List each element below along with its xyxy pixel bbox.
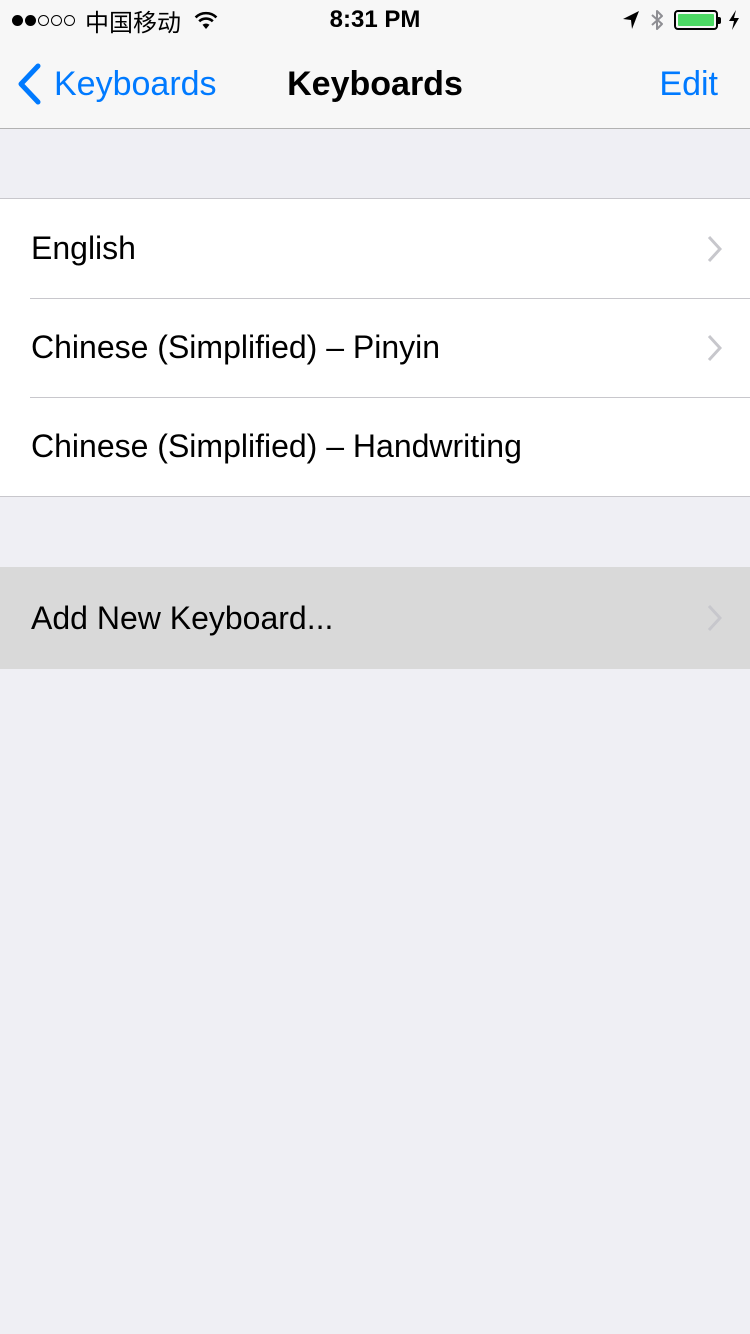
keyboard-item-label: Chinese (Simplified) – Pinyin	[31, 329, 441, 365]
keyboard-item-handwriting[interactable]: Chinese (Simplified) – Handwriting	[0, 397, 750, 496]
keyboard-item-label: English	[31, 230, 136, 266]
chevron-left-icon	[18, 63, 41, 105]
battery-level	[678, 14, 714, 26]
keyboard-item-pinyin[interactable]: Chinese (Simplified) – Pinyin	[0, 298, 750, 397]
add-new-keyboard-label: Add New Keyboard...	[31, 599, 334, 636]
chevron-right-icon	[707, 235, 722, 263]
charging-bolt-icon	[729, 10, 739, 30]
add-new-keyboard-button[interactable]: Add New Keyboard...	[0, 568, 750, 668]
bluetooth-icon	[651, 10, 663, 30]
keyboards-list: English Chinese (Simplified) – Pinyin Ch…	[0, 198, 750, 497]
back-button-label: Keyboards	[54, 64, 217, 103]
battery-icon	[674, 10, 721, 30]
back-button[interactable]: Keyboards	[16, 40, 217, 128]
chevron-right-icon	[707, 334, 722, 362]
navigation-bar: Keyboards Keyboards Edit	[0, 40, 750, 129]
chevron-right-icon	[707, 604, 722, 632]
status-bar-right	[612, 6, 740, 34]
add-keyboard-group: Add New Keyboard...	[0, 567, 750, 669]
battery-cap	[718, 17, 721, 24]
status-bar: 中国移动 8:31 PM	[0, 0, 750, 40]
edit-button[interactable]: Edit	[659, 40, 718, 128]
location-arrow-icon	[623, 11, 639, 29]
keyboard-item-english[interactable]: English	[0, 199, 750, 298]
keyboard-item-label: Chinese (Simplified) – Handwriting	[31, 428, 522, 464]
